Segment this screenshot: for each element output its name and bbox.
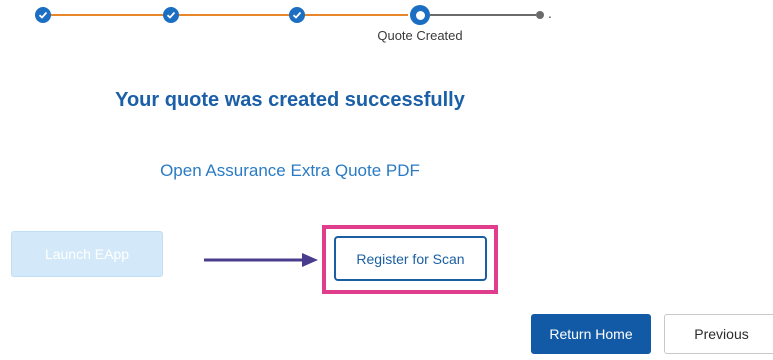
step-4-current bbox=[410, 5, 430, 25]
return-home-button[interactable]: Return Home bbox=[531, 314, 651, 354]
step-3-complete bbox=[289, 7, 305, 23]
check-icon bbox=[38, 11, 48, 19]
step-1-complete bbox=[35, 7, 51, 23]
check-icon bbox=[166, 11, 176, 19]
launch-eapp-button[interactable]: Launch EApp bbox=[11, 231, 163, 277]
progress-stepper: . Quote Created bbox=[0, 0, 773, 50]
check-icon bbox=[292, 11, 302, 19]
success-headline: Your quote was created successfully bbox=[115, 89, 465, 111]
previous-button[interactable]: Previous bbox=[664, 314, 773, 354]
quote-pdf-link[interactable]: Open Assurance Extra Quote PDF bbox=[0, 161, 580, 181]
pointer-arrow-icon bbox=[204, 253, 318, 267]
step-connector-3 bbox=[305, 14, 408, 16]
step-2-complete bbox=[163, 7, 179, 23]
register-for-scan-button[interactable]: Register for Scan bbox=[334, 236, 487, 281]
step-5-pending bbox=[536, 11, 544, 19]
step-trailing-dot: . bbox=[548, 5, 552, 21]
step-connector-2 bbox=[179, 14, 291, 16]
step-connector-4 bbox=[430, 14, 536, 16]
step-connector-1 bbox=[47, 14, 165, 16]
current-step-marker bbox=[415, 10, 425, 20]
current-step-label: Quote Created bbox=[377, 28, 463, 43]
